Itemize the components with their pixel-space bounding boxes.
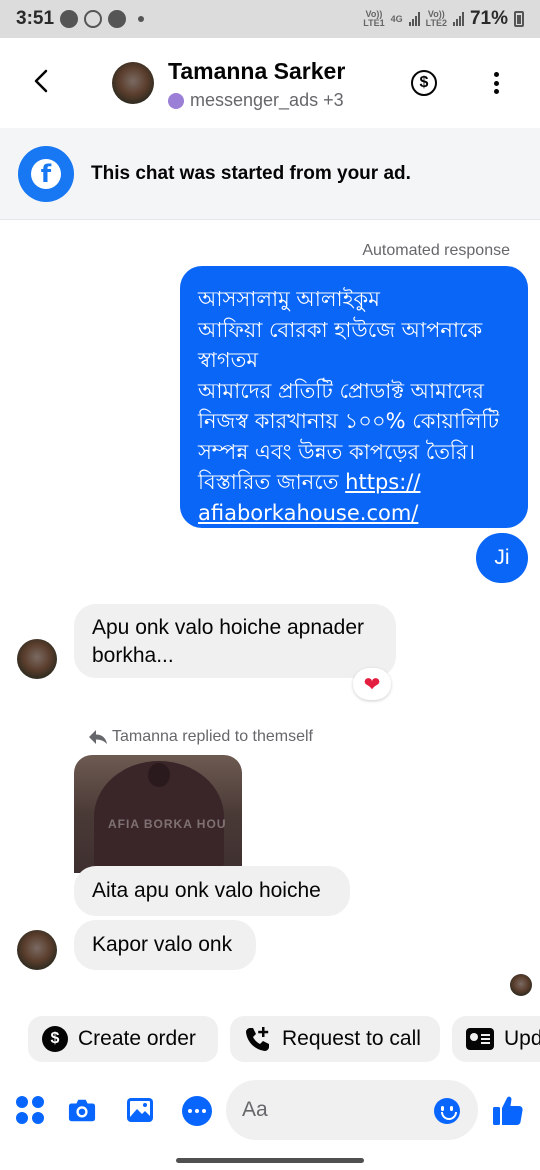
ad-banner-text: This chat was started from your ad.	[91, 163, 411, 184]
reply-note: Tamanna replied to themself	[88, 728, 313, 746]
message-input[interactable]: Aa	[226, 1080, 478, 1140]
volte2-label: Vo)) LTE2	[425, 9, 447, 28]
welcome-line: আফিয়া বোরকা হাউজে আপনাকে	[198, 317, 483, 342]
composer-bar: Aa	[0, 1076, 540, 1144]
chat-header: Tamanna Sarker messenger_ads +3 $	[0, 38, 540, 128]
more-notifications-dot-icon	[138, 16, 145, 22]
welcome-line: সম্পন্ন এবং উন্নত কাপড়ের তৈরি।	[198, 439, 476, 464]
contact-subtitle[interactable]: messenger_ads +3	[168, 90, 344, 111]
status-left: 3:51	[16, 8, 145, 30]
volte1-label: Vo)) LTE1	[363, 9, 385, 28]
gallery-icon[interactable]	[126, 1096, 154, 1124]
sender-avatar[interactable]	[17, 930, 57, 970]
messenger-notification-icon	[60, 10, 79, 28]
more-options-button[interactable]	[494, 72, 500, 94]
back-arrow-icon[interactable]	[30, 68, 52, 94]
incoming-message-2[interactable]: Aita apu onk valo hoiche	[74, 866, 350, 916]
facebook-icon: f	[18, 146, 74, 202]
message-input-placeholder: Aa	[242, 1098, 268, 1121]
status-right: Vo)) LTE1 4G Vo)) LTE2 71%	[363, 8, 524, 30]
gesture-navigation-area	[0, 1144, 540, 1170]
contact-avatar[interactable]	[112, 62, 154, 104]
create-order-button[interactable]: $ Create order	[28, 1016, 218, 1062]
request-call-button[interactable]: Request to call	[230, 1016, 440, 1062]
contact-card-icon	[466, 1028, 494, 1050]
heart-reaction-icon[interactable]: ❤	[353, 668, 391, 700]
network-type: 4G	[390, 13, 403, 24]
update-button[interactable]: Upd	[452, 1016, 540, 1062]
status-time: 3:51	[16, 8, 55, 29]
sender-avatar[interactable]	[17, 639, 57, 679]
phone-plus-icon	[246, 1027, 269, 1051]
incoming-message-1[interactable]: Apu onk valo hoiche apnader borkha...	[74, 604, 396, 678]
contact-name[interactable]: Tamanna Sarker	[168, 58, 345, 85]
welcome-line: আসসালামু আলাইকুম	[198, 287, 380, 311]
welcome-line: নিজস্ব কারখানায় ১০০% কোয়ালিটি	[198, 409, 500, 433]
signal-1-icon	[408, 12, 420, 26]
seen-indicator-avatar	[510, 974, 532, 996]
replied-image-thumbnail[interactable]: AFIA BORKA HOU	[74, 755, 242, 873]
menu-grid-icon[interactable]	[16, 1096, 44, 1124]
image-watermark: AFIA BORKA HOU	[108, 817, 227, 831]
incoming-message-3[interactable]: Kapor valo onk	[74, 920, 256, 970]
dollar-icon: $	[419, 74, 429, 91]
outgoing-message-welcome[interactable]: আসসালামু আলাইকুম আফিয়া বোরকা হাউজে আপনা…	[180, 266, 528, 528]
create-order-label: Create order	[78, 1027, 196, 1050]
chat-bubble-icon[interactable]	[182, 1096, 212, 1126]
ad-origin-banner: f This chat was started from your ad.	[0, 128, 540, 220]
signal-2-icon	[452, 12, 464, 26]
status-bar: 3:51 Vo)) LTE1 4G Vo)) LTE2 71%	[0, 0, 540, 38]
contact-labels: messenger_ads +3	[190, 90, 344, 110]
reply-arrow-icon	[89, 730, 107, 744]
request-call-label: Request to call	[282, 1027, 421, 1050]
camera-icon[interactable]	[68, 1096, 96, 1124]
like-thumb-icon[interactable]	[492, 1094, 524, 1126]
quick-actions-bar: $ Create order Request to call Upd	[0, 1016, 540, 1062]
whatsapp-notification-icon	[84, 10, 103, 28]
payment-button[interactable]: $	[411, 70, 437, 96]
dollar-icon: $	[42, 1026, 68, 1052]
reply-note-text: Tamanna replied to themself	[112, 728, 313, 745]
welcome-line: স্বাগতম	[198, 348, 259, 372]
update-label: Upd	[504, 1027, 540, 1050]
battery-icon	[514, 11, 524, 27]
welcome-line-with-link: বিস্তারিত জানতে https://	[198, 470, 421, 494]
messenger-notification-icon-2	[108, 10, 127, 28]
welcome-line: আমাদের প্রতিটি প্রোডাক্ট আমাদের	[198, 378, 484, 403]
website-link-part2[interactable]: afiaborkahouse.com/	[198, 501, 418, 525]
outgoing-message-ji[interactable]: Ji	[476, 533, 528, 583]
website-link-part1[interactable]: https://	[345, 470, 420, 494]
home-gesture-bar[interactable]	[176, 1158, 364, 1163]
automated-response-label: Automated response	[362, 242, 510, 259]
label-dot-icon	[168, 92, 184, 109]
emoji-icon[interactable]	[434, 1098, 460, 1124]
battery-percent: 71%	[469, 8, 508, 29]
